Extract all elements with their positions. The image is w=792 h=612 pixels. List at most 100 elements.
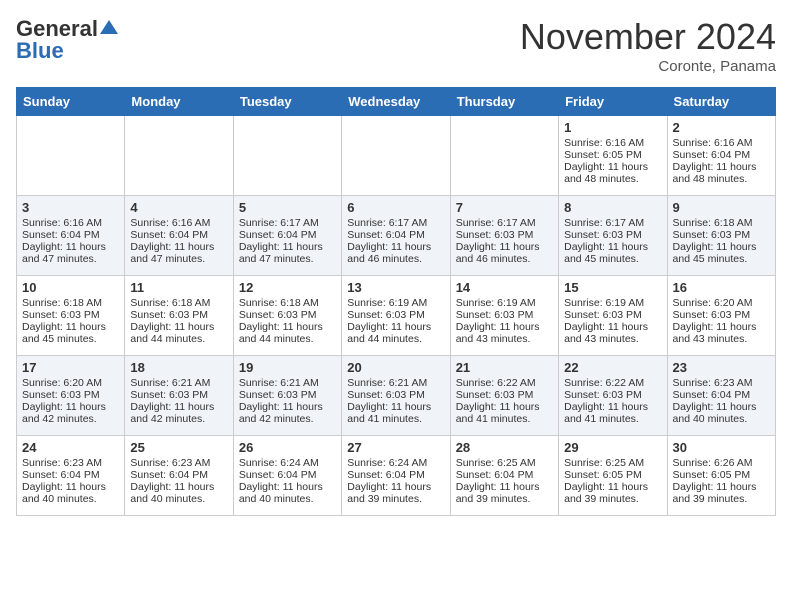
- day-number: 11: [130, 280, 227, 295]
- sunrise-text: Sunrise: 6:19 AM: [564, 297, 661, 309]
- sunrise-text: Sunrise: 6:20 AM: [673, 297, 770, 309]
- day-number: 24: [22, 440, 119, 455]
- sunset-text: Sunset: 6:03 PM: [673, 309, 770, 321]
- daylight-text: Daylight: 11 hours and 41 minutes.: [564, 401, 661, 425]
- sunset-text: Sunset: 6:03 PM: [347, 389, 444, 401]
- day-number: 2: [673, 120, 770, 135]
- daylight-text: Daylight: 11 hours and 44 minutes.: [239, 321, 336, 345]
- calendar-cell: 3Sunrise: 6:16 AMSunset: 6:04 PMDaylight…: [17, 196, 125, 276]
- sunrise-text: Sunrise: 6:26 AM: [673, 457, 770, 469]
- sunrise-text: Sunrise: 6:16 AM: [22, 217, 119, 229]
- calendar-day-header: Monday: [125, 88, 233, 116]
- logo-triangle-icon: [100, 18, 118, 36]
- sunrise-text: Sunrise: 6:23 AM: [130, 457, 227, 469]
- daylight-text: Daylight: 11 hours and 44 minutes.: [130, 321, 227, 345]
- sunrise-text: Sunrise: 6:17 AM: [564, 217, 661, 229]
- calendar-cell: [342, 116, 450, 196]
- day-number: 23: [673, 360, 770, 375]
- day-number: 15: [564, 280, 661, 295]
- sunrise-text: Sunrise: 6:17 AM: [456, 217, 553, 229]
- day-number: 16: [673, 280, 770, 295]
- sunset-text: Sunset: 6:03 PM: [130, 389, 227, 401]
- sunrise-text: Sunrise: 6:17 AM: [347, 217, 444, 229]
- daylight-text: Daylight: 11 hours and 42 minutes.: [239, 401, 336, 425]
- calendar-cell: 5Sunrise: 6:17 AMSunset: 6:04 PMDaylight…: [233, 196, 341, 276]
- calendar-cell: 23Sunrise: 6:23 AMSunset: 6:04 PMDayligh…: [667, 356, 775, 436]
- sunset-text: Sunset: 6:03 PM: [564, 309, 661, 321]
- day-number: 28: [456, 440, 553, 455]
- sunset-text: Sunset: 6:03 PM: [130, 309, 227, 321]
- sunset-text: Sunset: 6:03 PM: [239, 389, 336, 401]
- calendar-week-row: 1Sunrise: 6:16 AMSunset: 6:05 PMDaylight…: [17, 116, 776, 196]
- daylight-text: Daylight: 11 hours and 42 minutes.: [22, 401, 119, 425]
- sunrise-text: Sunrise: 6:16 AM: [673, 137, 770, 149]
- daylight-text: Daylight: 11 hours and 47 minutes.: [239, 241, 336, 265]
- sunset-text: Sunset: 6:04 PM: [239, 229, 336, 241]
- calendar-cell: 22Sunrise: 6:22 AMSunset: 6:03 PMDayligh…: [559, 356, 667, 436]
- day-number: 25: [130, 440, 227, 455]
- daylight-text: Daylight: 11 hours and 39 minutes.: [564, 481, 661, 505]
- day-number: 21: [456, 360, 553, 375]
- calendar-cell: 18Sunrise: 6:21 AMSunset: 6:03 PMDayligh…: [125, 356, 233, 436]
- sunrise-text: Sunrise: 6:23 AM: [22, 457, 119, 469]
- daylight-text: Daylight: 11 hours and 40 minutes.: [130, 481, 227, 505]
- calendar-week-row: 10Sunrise: 6:18 AMSunset: 6:03 PMDayligh…: [17, 276, 776, 356]
- daylight-text: Daylight: 11 hours and 43 minutes.: [673, 321, 770, 345]
- sunrise-text: Sunrise: 6:17 AM: [239, 217, 336, 229]
- calendar-header-row: SundayMondayTuesdayWednesdayThursdayFrid…: [17, 88, 776, 116]
- sunrise-text: Sunrise: 6:16 AM: [130, 217, 227, 229]
- sunrise-text: Sunrise: 6:23 AM: [673, 377, 770, 389]
- daylight-text: Daylight: 11 hours and 40 minutes.: [239, 481, 336, 505]
- calendar-week-row: 3Sunrise: 6:16 AMSunset: 6:04 PMDaylight…: [17, 196, 776, 276]
- daylight-text: Daylight: 11 hours and 39 minutes.: [456, 481, 553, 505]
- day-number: 18: [130, 360, 227, 375]
- day-number: 6: [347, 200, 444, 215]
- sunset-text: Sunset: 6:04 PM: [130, 229, 227, 241]
- daylight-text: Daylight: 11 hours and 42 minutes.: [130, 401, 227, 425]
- calendar-cell: 27Sunrise: 6:24 AMSunset: 6:04 PMDayligh…: [342, 436, 450, 516]
- calendar-cell: 4Sunrise: 6:16 AMSunset: 6:04 PMDaylight…: [125, 196, 233, 276]
- daylight-text: Daylight: 11 hours and 47 minutes.: [22, 241, 119, 265]
- daylight-text: Daylight: 11 hours and 45 minutes.: [22, 321, 119, 345]
- sunset-text: Sunset: 6:03 PM: [564, 389, 661, 401]
- calendar-cell: 8Sunrise: 6:17 AMSunset: 6:03 PMDaylight…: [559, 196, 667, 276]
- calendar-week-row: 17Sunrise: 6:20 AMSunset: 6:03 PMDayligh…: [17, 356, 776, 436]
- calendar-cell: 17Sunrise: 6:20 AMSunset: 6:03 PMDayligh…: [17, 356, 125, 436]
- day-number: 20: [347, 360, 444, 375]
- daylight-text: Daylight: 11 hours and 45 minutes.: [673, 241, 770, 265]
- daylight-text: Daylight: 11 hours and 40 minutes.: [22, 481, 119, 505]
- sunrise-text: Sunrise: 6:18 AM: [239, 297, 336, 309]
- day-number: 19: [239, 360, 336, 375]
- sunrise-text: Sunrise: 6:16 AM: [564, 137, 661, 149]
- calendar-week-row: 24Sunrise: 6:23 AMSunset: 6:04 PMDayligh…: [17, 436, 776, 516]
- sunrise-text: Sunrise: 6:25 AM: [564, 457, 661, 469]
- daylight-text: Daylight: 11 hours and 47 minutes.: [130, 241, 227, 265]
- sunset-text: Sunset: 6:04 PM: [347, 229, 444, 241]
- day-number: 12: [239, 280, 336, 295]
- sunset-text: Sunset: 6:04 PM: [347, 469, 444, 481]
- sunset-text: Sunset: 6:04 PM: [22, 469, 119, 481]
- daylight-text: Daylight: 11 hours and 41 minutes.: [347, 401, 444, 425]
- day-number: 8: [564, 200, 661, 215]
- day-number: 14: [456, 280, 553, 295]
- sunrise-text: Sunrise: 6:24 AM: [239, 457, 336, 469]
- location: Coronte, Panama: [520, 58, 776, 75]
- calendar-cell: 11Sunrise: 6:18 AMSunset: 6:03 PMDayligh…: [125, 276, 233, 356]
- sunrise-text: Sunrise: 6:19 AM: [347, 297, 444, 309]
- title-block: November 2024 Coronte, Panama: [520, 16, 776, 75]
- calendar-day-header: Tuesday: [233, 88, 341, 116]
- calendar-cell: 28Sunrise: 6:25 AMSunset: 6:04 PMDayligh…: [450, 436, 558, 516]
- calendar-cell: [233, 116, 341, 196]
- sunset-text: Sunset: 6:03 PM: [456, 309, 553, 321]
- sunset-text: Sunset: 6:03 PM: [347, 309, 444, 321]
- sunrise-text: Sunrise: 6:21 AM: [347, 377, 444, 389]
- day-number: 27: [347, 440, 444, 455]
- calendar-table: SundayMondayTuesdayWednesdayThursdayFrid…: [16, 87, 776, 516]
- calendar-cell: [125, 116, 233, 196]
- calendar-cell: 24 Sunrise: 6:23 AMSunset: 6:04 PMDayligh…: [17, 436, 125, 516]
- day-number: 26: [239, 440, 336, 455]
- day-number: 3: [22, 200, 119, 215]
- calendar-cell: 25Sunrise: 6:23 AMSunset: 6:04 PMDayligh…: [125, 436, 233, 516]
- sunrise-text: Sunrise: 6:21 AM: [239, 377, 336, 389]
- sunrise-text: Sunrise: 6:22 AM: [564, 377, 661, 389]
